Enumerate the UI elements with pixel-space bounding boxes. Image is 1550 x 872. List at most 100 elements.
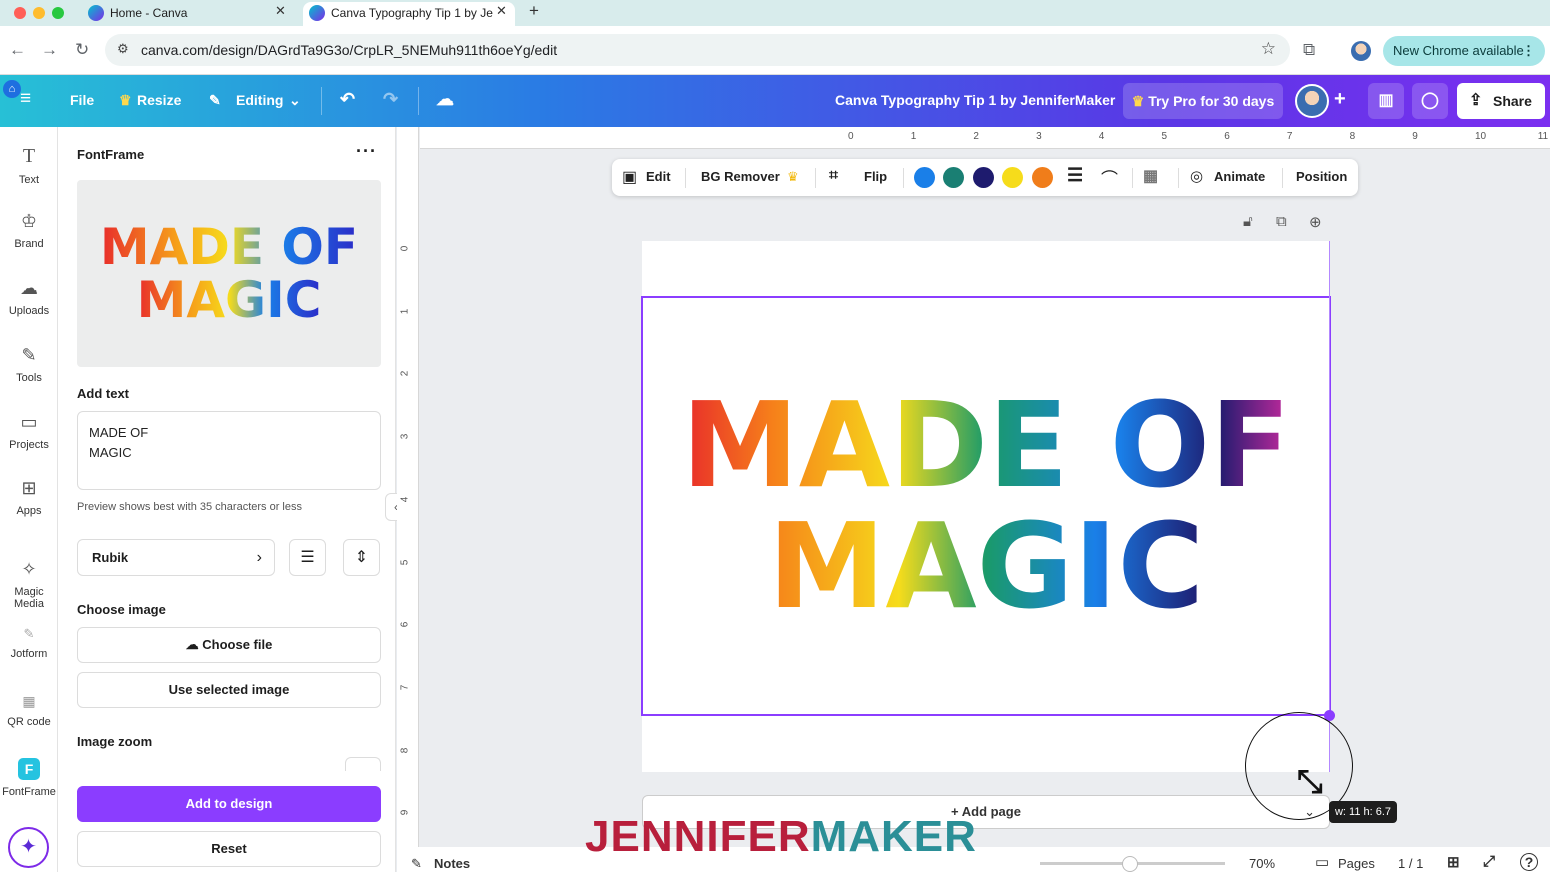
zoom-level[interactable]: 70%: [1249, 856, 1275, 871]
lock-icon[interactable]: 🔓︎: [1243, 213, 1253, 230]
ruler-tick-label: 3: [399, 433, 411, 440]
image-zoom-value-input[interactable]: [345, 757, 381, 771]
share-button[interactable]: ⇪ Share: [1457, 83, 1545, 119]
try-pro-button[interactable]: ♛ Try Pro for 30 days: [1123, 83, 1283, 119]
divider: [1178, 168, 1179, 188]
border-style-icon[interactable]: ☰: [1067, 165, 1083, 186]
cloud-save-icon[interactable]: ☁: [436, 89, 454, 110]
close-tab-icon[interactable]: ✕: [496, 3, 507, 19]
site-settings-icon[interactable]: ⚙: [117, 41, 129, 57]
main-menu-icon[interactable]: ≡: [20, 88, 31, 110]
add-page-icon[interactable]: ⊕: [1309, 213, 1322, 231]
address-bar[interactable]: ⚙ canva.com/design/DAGrdTa9G3o/CrpLR_5NE…: [105, 34, 1290, 66]
grid-view-icon[interactable]: ⊞: [1447, 853, 1460, 871]
cast-icon[interactable]: ⧉: [1303, 40, 1315, 60]
user-avatar[interactable]: [1295, 84, 1329, 118]
more-menu-icon[interactable]: ⋮: [1522, 36, 1535, 66]
animate-button[interactable]: Animate: [1214, 169, 1265, 184]
undo-icon[interactable]: ↶: [340, 89, 355, 110]
maximize-window-button[interactable]: [52, 7, 64, 19]
choose-file-button[interactable]: ☁ Choose file: [77, 627, 381, 663]
profile-avatar-icon[interactable]: [1351, 41, 1371, 61]
resize-button[interactable]: Resize: [137, 92, 181, 108]
back-icon[interactable]: ←: [9, 40, 26, 60]
ruler-tick-label: 7: [399, 684, 411, 691]
divider: [418, 87, 419, 115]
color-swatch-navy[interactable]: [973, 167, 994, 188]
chevron-down-icon[interactable]: ⌄: [289, 92, 301, 109]
add-to-design-button[interactable]: Add to design: [77, 786, 381, 822]
help-icon[interactable]: ?: [1520, 853, 1538, 871]
home-icon[interactable]: ⌂: [3, 80, 21, 98]
browser-tab-design[interactable]: Canva Typography Tip 1 by Je: [303, 2, 515, 26]
notes-button[interactable]: Notes: [434, 856, 470, 871]
ruler-tick-label: 8: [1349, 131, 1356, 142]
rail-item-qr-code[interactable]: ▦ QR code: [0, 693, 58, 728]
rail-item-fontframe[interactable]: F FontFrame: [0, 758, 58, 798]
ruler-tick-label: 7: [1286, 131, 1293, 142]
rail-item-jotform[interactable]: ✎ Jotform: [0, 626, 58, 660]
rail-item-text[interactable]: T Text: [0, 145, 58, 186]
crown-icon: ♛: [1131, 93, 1145, 109]
comment-icon[interactable]: ◯: [1412, 83, 1448, 119]
text-align-icon[interactable]: ☰: [289, 539, 326, 576]
crown-icon: ♛: [119, 92, 132, 108]
divider: [815, 168, 816, 188]
rail-item-projects[interactable]: ▭ Projects: [0, 412, 58, 451]
reload-icon[interactable]: ↻: [75, 40, 89, 60]
rail-item-magic-media[interactable]: ✧ Magic Media: [0, 559, 58, 610]
more-options-icon[interactable]: ···: [356, 141, 377, 162]
fontframe-panel: FontFrame ··· MADE OF MAGIC Add text MAD…: [58, 127, 396, 872]
color-swatch-yellow[interactable]: [1002, 167, 1023, 188]
corner-rounding-icon[interactable]: ⌒: [1101, 165, 1118, 190]
bg-remover-button[interactable]: BG Remover: [701, 169, 780, 184]
redo-icon[interactable]: ↷: [383, 89, 398, 110]
share-upload-icon: ⇪: [1469, 92, 1483, 109]
flip-button[interactable]: Flip: [864, 169, 887, 184]
rail-item-brand[interactable]: ♔ Brand: [0, 211, 58, 250]
folder-icon: ▭: [20, 412, 38, 432]
close-window-button[interactable]: [14, 7, 26, 19]
font-select[interactable]: Rubik ›: [77, 539, 275, 576]
use-selected-image-button[interactable]: Use selected image: [77, 672, 381, 708]
rail-item-uploads[interactable]: ☁ Uploads: [0, 278, 58, 317]
rail-item-tools[interactable]: ✎ Tools: [0, 345, 58, 384]
close-tab-icon[interactable]: ✕: [275, 3, 286, 19]
bookmark-star-icon[interactable]: ☆: [1261, 39, 1276, 59]
text-icon: T: [22, 145, 36, 167]
pencil-icon: ✎: [209, 92, 221, 108]
browser-tab-home[interactable]: Home - Canva: [86, 2, 296, 26]
horizontal-ruler: 0 1 2 3 4 5 6 7 8 9 10 11: [420, 127, 1550, 149]
forward-icon[interactable]: →: [41, 40, 58, 60]
color-swatch-teal[interactable]: [943, 167, 964, 188]
new-tab-icon[interactable]: +: [529, 1, 539, 21]
transparency-icon[interactable]: ▦: [1143, 166, 1158, 186]
selection-box[interactable]: [641, 296, 1331, 716]
add-collaborator-icon[interactable]: +: [1334, 88, 1346, 111]
fullscreen-icon[interactable]: ⤢: [1483, 853, 1495, 870]
edit-button[interactable]: Edit: [646, 169, 671, 184]
divider: [1132, 168, 1133, 188]
crop-icon[interactable]: ⌗: [829, 167, 838, 185]
color-swatch-orange[interactable]: [1032, 167, 1053, 188]
pages-button[interactable]: Pages: [1338, 856, 1375, 871]
canva-assistant-sparkle-icon[interactable]: ✦: [8, 827, 49, 868]
text-input[interactable]: MADE OF MAGIC: [77, 411, 381, 490]
new-chrome-available-button[interactable]: New Chrome available ⋮: [1383, 36, 1545, 66]
file-menu[interactable]: File: [70, 92, 94, 108]
minimize-window-button[interactable]: [33, 7, 45, 19]
zoom-slider-handle[interactable]: [1122, 856, 1138, 872]
editing-mode-dropdown[interactable]: Editing: [236, 92, 283, 108]
rail-item-apps[interactable]: ⊞ Apps: [0, 478, 58, 517]
position-button[interactable]: Position: [1296, 169, 1347, 184]
color-swatch-blue[interactable]: [914, 167, 935, 188]
ruler-tick-label: 9: [399, 810, 411, 816]
edit-image-icon: ▣: [622, 169, 638, 186]
document-title[interactable]: Canva Typography Tip 1 by JenniferMaker: [835, 92, 1115, 108]
duplicate-page-icon[interactable]: ⧉: [1276, 213, 1287, 230]
tools-pen-icon: ✎: [21, 345, 37, 365]
insights-chart-icon[interactable]: ▥: [1368, 83, 1404, 119]
brand-icon: ♔: [20, 211, 38, 231]
line-spacing-icon[interactable]: ⇕: [343, 539, 380, 576]
reset-button[interactable]: Reset: [77, 831, 381, 867]
